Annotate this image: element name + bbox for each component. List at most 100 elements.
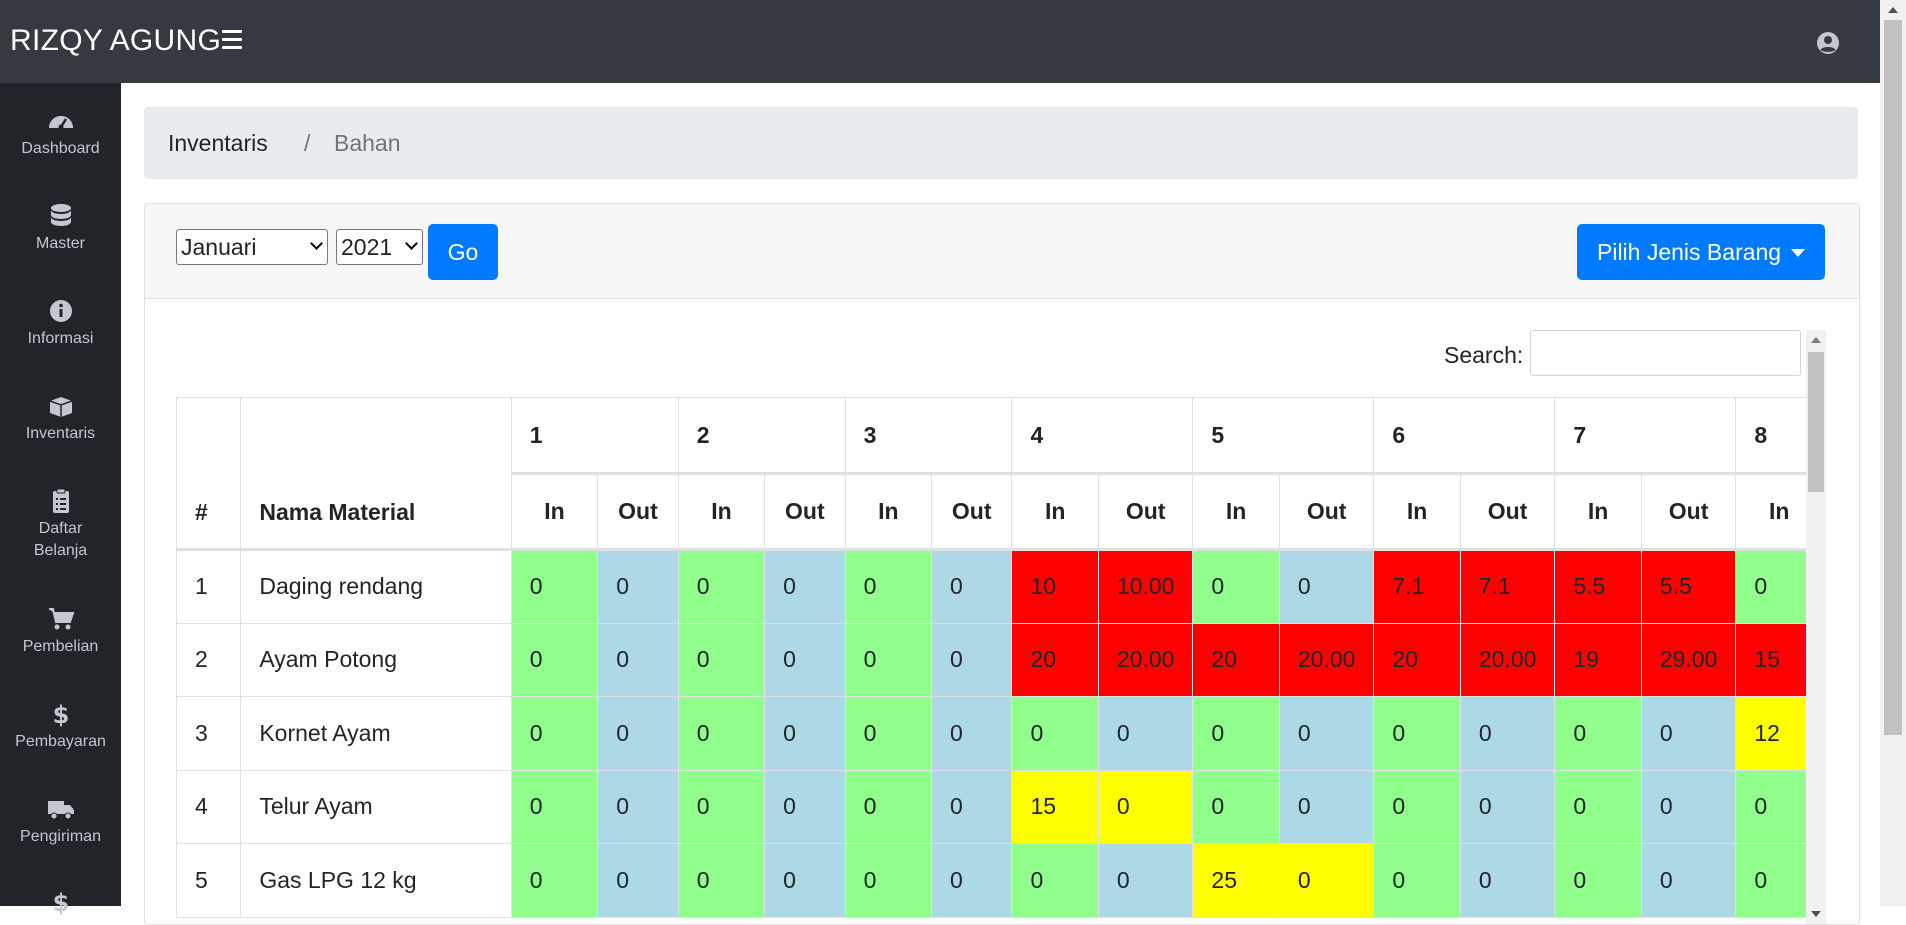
column-header-in[interactable]: In xyxy=(844,473,933,551)
table-row: 2 Ayam Potong 0 0 0 0 0 0 20 20.00 20 20… xyxy=(176,622,1806,697)
cell-in: 0 xyxy=(510,696,599,771)
cell-in: 19 xyxy=(1554,622,1642,697)
cell-out: 0 xyxy=(1278,549,1375,624)
column-header-out[interactable]: Out xyxy=(1097,473,1194,551)
cell-out: 0 xyxy=(1278,696,1375,771)
material-name: Kornet Ayam xyxy=(240,696,512,771)
database-icon xyxy=(50,204,71,226)
column-header-index[interactable]: # xyxy=(176,397,242,551)
pilih-jenis-barang-dropdown[interactable]: Pilih Jenis Barang xyxy=(1577,224,1825,280)
inventory-card: Januari 2021 Go Pilih Jenis Barang Searc… xyxy=(144,203,1860,925)
column-header-out[interactable]: Out xyxy=(1278,473,1375,551)
brand-title[interactable]: RIZQY AGUNG xyxy=(10,24,221,58)
page-scrollbar-thumb[interactable] xyxy=(1884,20,1902,735)
material-name: Ayam Potong xyxy=(240,622,512,697)
cell-in: 12 xyxy=(1735,696,1806,771)
material-name: Daging rendang xyxy=(240,549,512,624)
sidebar-item-pembelian[interactable]: Pembelian xyxy=(0,606,121,658)
cell-in: 0 xyxy=(844,769,933,844)
table-row: 3 Kornet Ayam 0 0 0 0 0 0 0 0 0 0 0 0 0 … xyxy=(176,696,1806,771)
column-header-day: 3 xyxy=(844,397,1013,475)
cell-out: 0 xyxy=(1278,769,1375,844)
column-header-in[interactable]: In xyxy=(1373,473,1461,551)
cell-out: 29.00 xyxy=(1640,622,1737,697)
year-select-value: 2021 xyxy=(341,234,393,260)
scroll-down-arrow-icon[interactable] xyxy=(1811,911,1821,917)
cell-out: 0 xyxy=(931,549,1013,624)
table-row: 1 Daging rendang 0 0 0 0 0 0 10 10.00 0 … xyxy=(176,549,1806,624)
column-header-in[interactable]: In xyxy=(1735,473,1806,551)
sidebar-item-inventaris[interactable]: Inventaris xyxy=(0,393,121,445)
cell-out: 0 xyxy=(597,769,679,844)
column-header-nama-material[interactable]: Nama Material xyxy=(240,397,512,551)
column-header-in[interactable]: In xyxy=(1554,473,1642,551)
column-header-in[interactable]: In xyxy=(1192,473,1280,551)
column-header-in[interactable]: In xyxy=(510,473,599,551)
year-select[interactable]: 2021 xyxy=(336,229,423,265)
cell-in: 0 xyxy=(1192,696,1280,771)
cell-in: 0 xyxy=(1011,696,1099,771)
column-header-out[interactable]: Out xyxy=(931,473,1013,551)
cell-in: 0 xyxy=(1735,769,1806,844)
page-scroll-up-icon[interactable] xyxy=(1888,7,1898,13)
cell-in: 0 xyxy=(677,769,766,844)
menu-toggle-icon[interactable] xyxy=(222,30,242,50)
month-select[interactable]: Januari xyxy=(176,229,328,265)
cell-out: 0 xyxy=(764,622,846,697)
table-scrollbar-thumb[interactable] xyxy=(1808,352,1824,492)
cell-in: 10 xyxy=(1011,549,1099,624)
breadcrumb-item-bahan: Bahan xyxy=(334,130,401,156)
cell-in: 0 xyxy=(677,549,766,624)
cell-out: 7.1 xyxy=(1459,549,1556,624)
cell-in: 0 xyxy=(844,622,933,697)
cell-out: 0 xyxy=(1640,696,1737,771)
user-circle-icon[interactable] xyxy=(1816,31,1840,55)
scroll-up-arrow-icon[interactable] xyxy=(1811,337,1821,343)
table-header-days: # Nama Material 1 2 3 4 5 6 7 8 xyxy=(176,397,1806,551)
row-index: 2 xyxy=(176,622,242,697)
cell-in: 0 xyxy=(510,769,599,844)
row-index: 4 xyxy=(176,769,242,844)
row-index: 1 xyxy=(176,549,242,624)
breadcrumb: Inventaris / Bahan xyxy=(144,107,1858,179)
caret-down-icon xyxy=(1791,249,1805,257)
table-scroll-area[interactable]: # Nama Material 1 2 3 4 5 6 7 8 In Out I… xyxy=(176,397,1806,924)
sidebar-item-informasi[interactable]: Informasi xyxy=(0,298,121,350)
breadcrumb-item-inventaris[interactable]: Inventaris xyxy=(168,107,268,179)
cell-out: 0 xyxy=(1459,696,1556,771)
sidebar-item-label: Pembayaran xyxy=(15,733,106,750)
column-header-out[interactable]: Out xyxy=(597,473,679,551)
dollar-icon: $ xyxy=(52,889,69,915)
tachometer-icon xyxy=(48,116,73,130)
sidebar-item-dashboard[interactable]: Dashboard xyxy=(0,108,121,160)
top-navbar: RIZQY AGUNG xyxy=(0,0,1880,83)
go-button[interactable]: Go xyxy=(428,224,498,280)
column-header-in[interactable]: In xyxy=(1011,473,1099,551)
cell-out: 0 xyxy=(1459,769,1556,844)
row-index: 3 xyxy=(176,696,242,771)
sidebar-item-more[interactable]: $ xyxy=(0,889,121,919)
column-header-out[interactable]: Out xyxy=(1459,473,1556,551)
cell-in: 0 xyxy=(1554,769,1642,844)
column-header-in[interactable]: In xyxy=(677,473,766,551)
cell-in: 0 xyxy=(1373,769,1461,844)
cell-in: 7.1 xyxy=(1373,549,1461,624)
clipboard-list-icon xyxy=(52,488,69,513)
cell-out: 0 xyxy=(1097,769,1194,844)
sidebar-item-daftar-belanja[interactable]: Daftar Belanja xyxy=(0,488,121,562)
column-header-out[interactable]: Out xyxy=(1640,473,1737,551)
cell-out: 5.5 xyxy=(1640,549,1737,624)
cell-in: 0 xyxy=(677,622,766,697)
cell-in: 20 xyxy=(1373,622,1461,697)
cell-out: 0 xyxy=(1640,769,1737,844)
column-header-out[interactable]: Out xyxy=(764,473,846,551)
sidebar-item-pembayaran[interactable]: $ Pembayaran xyxy=(0,701,121,753)
cell-in: 0 xyxy=(510,622,599,697)
cell-in: 0 xyxy=(1192,549,1280,624)
material-name: Telur Ayam xyxy=(240,769,512,844)
search-input[interactable] xyxy=(1530,330,1801,376)
sidebar-item-master[interactable]: Master xyxy=(0,203,121,255)
main-content: Inventaris / Bahan Januari 2021 Go Pilih… xyxy=(121,83,1880,925)
cell-out: 0 xyxy=(931,769,1013,844)
sidebar-item-pengiriman[interactable]: Pengiriman xyxy=(0,796,121,848)
